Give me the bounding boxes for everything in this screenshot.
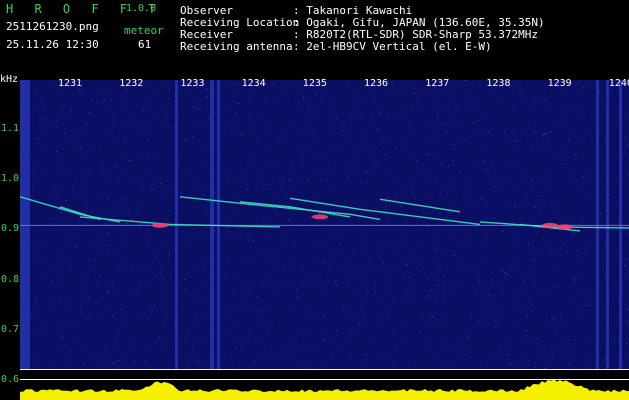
- file-name: 2511261230.png: [6, 20, 99, 33]
- echo-peak: [542, 222, 558, 228]
- y-tick-label: 0.6: [1, 374, 20, 385]
- y-tick-label: 0.7: [1, 323, 20, 335]
- spectrogram: [20, 80, 629, 370]
- x-tick-label: 1233: [180, 78, 205, 89]
- meteor-label: meteor: [124, 24, 164, 37]
- x-tick-label: 1231: [58, 78, 83, 89]
- x-tick-label: 1238: [486, 78, 511, 89]
- x-tick-label: 1232: [119, 78, 144, 89]
- x-tick-label: 1235: [302, 78, 327, 89]
- antenna-value: : 2el-HB9CV Vertical (el. E-W): [293, 40, 492, 53]
- power-curve: [20, 379, 629, 400]
- x-tick-label: 1234: [241, 78, 266, 89]
- x-tick-label: 1239: [547, 78, 572, 89]
- echo-peak: [312, 214, 328, 220]
- date-time: 25.11.26 12:30: [6, 38, 99, 51]
- antenna-label: Receiving antenna: [180, 40, 293, 53]
- y-tick-label: 0.8: [1, 273, 20, 285]
- spectrogram-svg: [20, 80, 629, 370]
- power-strip: [20, 370, 629, 400]
- x-tick-label: 1236: [364, 78, 389, 89]
- echo-peak: [152, 222, 168, 228]
- x-tick-label: 1237: [425, 78, 450, 89]
- y-axis-unit: kHz: [0, 74, 19, 85]
- y-tick-label: 1.0: [1, 173, 20, 185]
- y-tick-label: 1.1: [1, 123, 20, 134]
- power-strip-svg: [20, 379, 629, 400]
- meteor-count: 61: [138, 38, 152, 51]
- app-version: 1.0.0: [126, 3, 157, 14]
- header-panel: H R O F F T 1.0.0 2511261230.png 25.11.2…: [0, 0, 629, 76]
- echo-peak: [557, 224, 573, 230]
- x-tick-label: 1240: [608, 78, 629, 89]
- y-tick-label: 0.9: [1, 223, 20, 235]
